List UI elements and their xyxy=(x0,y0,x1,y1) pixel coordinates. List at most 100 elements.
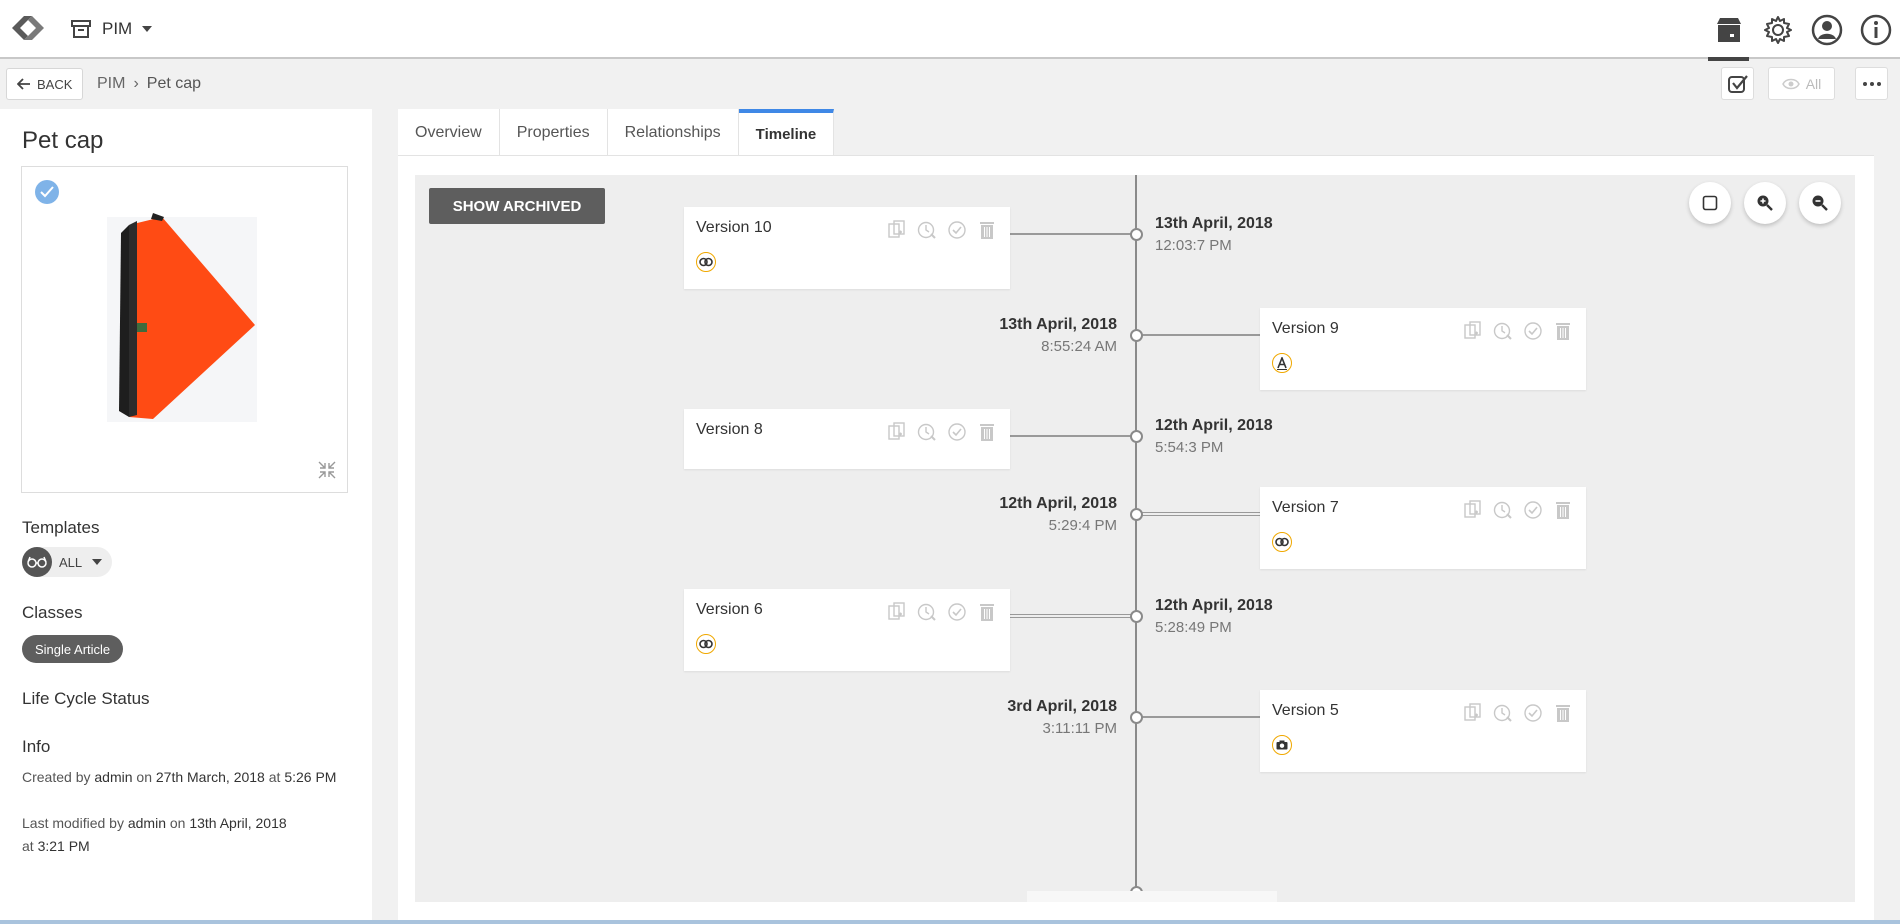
item-detail-panel: Pet cap Templates ALL Classes Single Art… xyxy=(0,109,372,924)
breadcrumb: PIM › Pet cap xyxy=(97,75,201,93)
copy-version-icon[interactable] xyxy=(1462,320,1484,342)
timeline-connector xyxy=(1010,233,1136,235)
created-on-word: on xyxy=(136,769,152,785)
timeline-panel: SHOW ARCHIVED Version 10 13th April, 2018… xyxy=(398,156,1874,924)
view-all-button[interactable]: All xyxy=(1768,67,1835,100)
tab-overview[interactable]: Overview xyxy=(398,109,500,156)
version-card[interactable]: Version 5 xyxy=(1260,690,1586,772)
approve-version-icon[interactable] xyxy=(946,601,968,623)
product-image xyxy=(107,213,257,422)
copy-version-icon[interactable] xyxy=(1462,499,1484,521)
timeline-bottom-stub xyxy=(1027,891,1277,902)
delete-version-icon[interactable] xyxy=(1552,702,1574,724)
created-prefix: Created by xyxy=(22,769,91,785)
tab-timeline[interactable]: Timeline xyxy=(738,109,835,156)
delete-version-icon[interactable] xyxy=(976,601,998,623)
info-label: Info xyxy=(22,737,51,756)
timeline-node[interactable] xyxy=(1130,711,1143,724)
version-card[interactable]: Version 10 xyxy=(684,207,1010,289)
info-button[interactable] xyxy=(1851,0,1900,59)
collapse-icon[interactable] xyxy=(317,460,337,480)
version-time: 5:28:49 PM xyxy=(1155,619,1232,636)
tab-relationships[interactable]: Relationships xyxy=(607,109,739,156)
tab-bar: Overview Properties Relationships Timeli… xyxy=(398,109,835,156)
copy-version-icon[interactable] xyxy=(1462,702,1484,724)
product-image-box[interactable] xyxy=(21,166,348,493)
modified-info: Last modified by admin on 13th April, 20… xyxy=(22,812,292,858)
version-card[interactable]: Version 9 xyxy=(1260,308,1586,390)
delete-version-icon[interactable] xyxy=(1552,499,1574,521)
glasses-icon xyxy=(22,547,52,577)
zoom-out-button[interactable] xyxy=(1799,182,1841,224)
timeline-area[interactable]: SHOW ARCHIVED Version 10 13th April, 2018… xyxy=(415,175,1855,902)
timeline-connector xyxy=(1010,435,1136,437)
link-badge-icon xyxy=(696,634,716,654)
show-archived-button[interactable]: SHOW ARCHIVED xyxy=(429,188,605,224)
version-time: 5:54:3 PM xyxy=(1155,439,1224,456)
version-card[interactable]: Version 8 xyxy=(684,409,1010,469)
zoom-in-button[interactable] xyxy=(1744,182,1786,224)
timeline-node[interactable] xyxy=(1130,508,1143,521)
approve-version-icon[interactable] xyxy=(1522,702,1544,724)
info-icon xyxy=(1860,14,1891,45)
timeline-node[interactable] xyxy=(1130,430,1143,443)
approve-version-icon[interactable] xyxy=(946,219,968,241)
copy-version-icon[interactable] xyxy=(886,601,908,623)
version-label: Version 9 xyxy=(1272,320,1339,337)
templates-label: Templates xyxy=(22,518,100,537)
delete-version-icon[interactable] xyxy=(1552,320,1574,342)
approve-version-icon[interactable] xyxy=(1522,320,1544,342)
timeline-node[interactable] xyxy=(1130,329,1143,342)
restore-version-icon[interactable] xyxy=(1492,499,1514,521)
approve-button[interactable] xyxy=(1721,67,1754,100)
back-label: BACK xyxy=(37,76,73,92)
item-title: Pet cap xyxy=(22,127,104,154)
breadcrumb-root[interactable]: PIM xyxy=(97,75,125,93)
top-bar: PIM xyxy=(0,0,1900,61)
timeline-connector xyxy=(1136,334,1260,336)
delete-version-icon[interactable] xyxy=(976,421,998,443)
modified-at-word: at xyxy=(22,838,34,854)
eye-icon xyxy=(1781,78,1800,89)
restore-version-icon[interactable] xyxy=(916,421,938,443)
copy-version-icon[interactable] xyxy=(886,421,908,443)
restore-version-icon[interactable] xyxy=(1492,320,1514,342)
module-switcher[interactable]: PIM xyxy=(70,14,153,44)
modified-time: 3:21 PM xyxy=(37,838,90,854)
approve-version-icon[interactable] xyxy=(946,421,968,443)
fit-view-button[interactable] xyxy=(1689,182,1731,224)
store-icon xyxy=(1716,17,1741,42)
store-button[interactable] xyxy=(1704,0,1753,61)
breadcrumb-separator: › xyxy=(133,75,139,92)
delete-version-icon[interactable] xyxy=(976,219,998,241)
back-button[interactable]: BACK xyxy=(6,68,84,100)
more-button[interactable] xyxy=(1855,67,1888,100)
version-card[interactable]: Version 6 xyxy=(684,589,1010,671)
created-info: Created by admin on 27th March, 2018 at … xyxy=(22,766,342,789)
version-label: Version 7 xyxy=(1272,499,1339,516)
tab-properties[interactable]: Properties xyxy=(499,109,608,156)
timeline-connector xyxy=(1136,716,1260,718)
timeline-node[interactable] xyxy=(1130,610,1143,623)
lifecycle-label: Life Cycle Status xyxy=(22,689,150,708)
version-date: 13th April, 2018 xyxy=(999,316,1117,333)
square-icon xyxy=(1702,195,1718,211)
restore-version-icon[interactable] xyxy=(916,601,938,623)
version-date: 3rd April, 2018 xyxy=(1007,698,1117,715)
version-card[interactable]: Version 7 xyxy=(1260,487,1586,569)
selected-check-icon[interactable] xyxy=(35,180,59,204)
chevron-down-icon xyxy=(92,559,103,565)
link-badge-icon xyxy=(696,252,716,272)
app-logo[interactable] xyxy=(6,8,50,48)
templates-value: ALL xyxy=(59,554,83,570)
restore-version-icon[interactable] xyxy=(916,219,938,241)
user-button[interactable] xyxy=(1802,0,1851,59)
settings-button[interactable] xyxy=(1753,0,1802,59)
classes-label: Classes xyxy=(22,603,83,622)
approve-version-icon[interactable] xyxy=(1522,499,1544,521)
templates-dropdown[interactable]: ALL xyxy=(22,547,112,577)
timeline-node[interactable] xyxy=(1130,228,1143,241)
class-chip[interactable]: Single Article xyxy=(22,635,124,663)
restore-version-icon[interactable] xyxy=(1492,702,1514,724)
copy-version-icon[interactable] xyxy=(886,219,908,241)
